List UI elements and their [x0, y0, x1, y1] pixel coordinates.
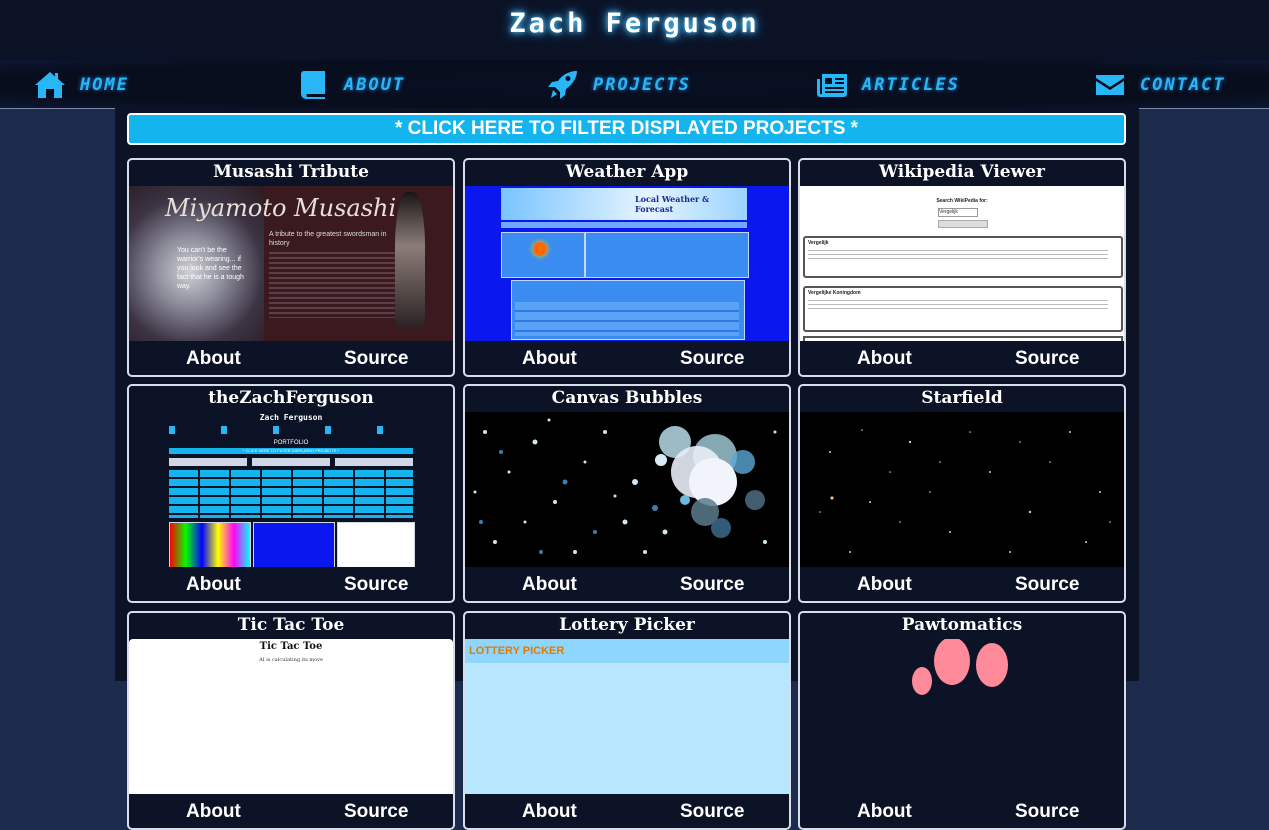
source-link[interactable]: Source	[1015, 574, 1079, 596]
envelope-icon	[1096, 75, 1124, 95]
project-title: Weather App	[565, 162, 689, 182]
project-thumbnail[interactable]: Tic Tac Toe AI is calculating its move	[129, 639, 453, 794]
project-thumbnail[interactable]: Miyamoto Musashi A tribute to the greate…	[129, 186, 453, 341]
thumb-tagline: A tribute to the greatest swordsman in h…	[269, 231, 387, 247]
bubbles-canvas	[473, 418, 777, 554]
about-link[interactable]: About	[522, 801, 577, 823]
nav-articles[interactable]: ARTICLES	[816, 68, 960, 102]
source-link[interactable]: Source	[1015, 348, 1079, 370]
source-link[interactable]: Source	[680, 801, 744, 823]
about-link[interactable]: About	[522, 348, 577, 370]
about-link[interactable]: About	[857, 348, 912, 370]
project-title: Canvas Bubbles	[551, 388, 703, 408]
project-thumbnail[interactable]	[800, 639, 1124, 794]
source-link[interactable]: Source	[344, 574, 408, 596]
project-card-tictactoe: Tic Tac Toe Tic Tac Toe AI is calculatin…	[127, 611, 455, 830]
project-card-musashi: Musashi Tribute Miyamoto Musashi A tribu…	[127, 158, 455, 377]
project-title: Pawtomatics	[901, 615, 1023, 635]
nav-home-label: HOME	[80, 75, 129, 95]
nav-articles-label: ARTICLES	[862, 75, 960, 95]
thumb-heading: LOTTERY PICKER	[469, 645, 565, 657]
site-header: Zach Ferguson HOME ABOUT PROJECTS ARTICL…	[0, 0, 1269, 109]
project-thumbnail[interactable]: LOTTERY PICKER	[465, 639, 789, 794]
project-title: Starfield	[921, 388, 1003, 408]
main-nav: HOME ABOUT PROJECTS ARTICLES CONTACT	[0, 60, 1269, 108]
source-link[interactable]: Source	[344, 348, 408, 370]
source-link[interactable]: Source	[344, 801, 408, 823]
about-link[interactable]: About	[186, 801, 241, 823]
nav-contact[interactable]: CONTACT	[1094, 68, 1226, 102]
project-card-pawtomatics: Pawtomatics About Source	[798, 611, 1126, 830]
about-link[interactable]: About	[857, 574, 912, 596]
project-card-weather: Weather App Local Weather & Forecast Abo…	[463, 158, 791, 377]
nav-projects[interactable]: PROJECTS	[547, 68, 691, 102]
thumb-heading: Local Weather & Forecast	[635, 194, 710, 214]
source-link[interactable]: Source	[680, 574, 744, 596]
nav-projects-label: PROJECTS	[593, 75, 691, 95]
rocket-icon	[548, 71, 577, 99]
nav-home[interactable]: HOME	[34, 68, 129, 102]
thumb-title: Zach Ferguson	[259, 413, 323, 422]
nav-contact-label: CONTACT	[1140, 75, 1226, 95]
filter-projects-button[interactable]: * CLICK HERE TO FILTER DISPLAYED PROJECT…	[127, 113, 1126, 145]
source-link[interactable]: Source	[680, 348, 744, 370]
project-title: theZachFerguson	[208, 388, 374, 408]
thumb-status: AI is calculating its move	[259, 657, 323, 663]
project-card-canvas-bubbles: Canvas Bubbles About Source	[463, 384, 791, 603]
project-thumbnail[interactable]: Search WikiPedia for: Vergelijk Vergelij…	[800, 186, 1124, 341]
thumb-result-1: Vergelijk	[808, 240, 829, 246]
nav-about[interactable]: ABOUT	[298, 68, 405, 102]
project-thumbnail[interactable]: Zach Ferguson PORTFOLIO * CLICK HERE TO …	[129, 412, 453, 567]
thumb-heading: Tic Tac Toe	[259, 641, 323, 652]
project-thumbnail[interactable]: Local Weather & Forecast	[465, 186, 789, 341]
starfield-canvas	[819, 429, 1111, 553]
project-card-wikipedia: Wikipedia Viewer Search WikiPedia for: V…	[798, 158, 1126, 377]
projects-panel: * CLICK HERE TO FILTER DISPLAYED PROJECT…	[115, 108, 1139, 830]
project-thumbnail[interactable]	[465, 412, 789, 567]
book-icon	[301, 71, 325, 99]
project-card-starfield: Starfield About Source	[798, 384, 1126, 603]
thumb-search-input: Vergelijk	[938, 208, 978, 217]
newspaper-icon	[817, 74, 847, 97]
thumb-search-label: Search WikiPedia for:	[936, 198, 988, 204]
project-title: Wikipedia Viewer	[878, 162, 1046, 182]
project-card-thezachferguson: theZachFerguson Zach Ferguson PORTFOLIO …	[127, 384, 455, 603]
about-link[interactable]: About	[186, 348, 241, 370]
site-title: Zach Ferguson	[509, 8, 760, 39]
home-icon	[35, 72, 65, 98]
thumb-filter: * CLICK HERE TO FILTER DISPLAYED PROJECT…	[169, 448, 413, 454]
paw-icon	[912, 639, 1008, 695]
project-title: Musashi Tribute	[213, 162, 369, 182]
project-card-lottery: Lottery Picker LOTTERY PICKER About Sour…	[463, 611, 791, 830]
about-link[interactable]: About	[522, 574, 577, 596]
about-link[interactable]: About	[857, 801, 912, 823]
thumb-result-2: Vergelijke Koningdom	[808, 290, 861, 296]
source-link[interactable]: Source	[1015, 801, 1079, 823]
project-thumbnail[interactable]	[800, 412, 1124, 567]
nav-about-label: ABOUT	[344, 75, 406, 95]
thumb-portfolio: PORTFOLIO	[273, 440, 309, 446]
about-link[interactable]: About	[186, 574, 241, 596]
thumb-heading: Miyamoto Musashi	[165, 194, 397, 222]
thumb-quote: You can't be the warrior's wearing... if…	[177, 247, 244, 290]
project-title: Tic Tac Toe	[237, 615, 345, 635]
project-title: Lottery Picker	[559, 615, 695, 635]
